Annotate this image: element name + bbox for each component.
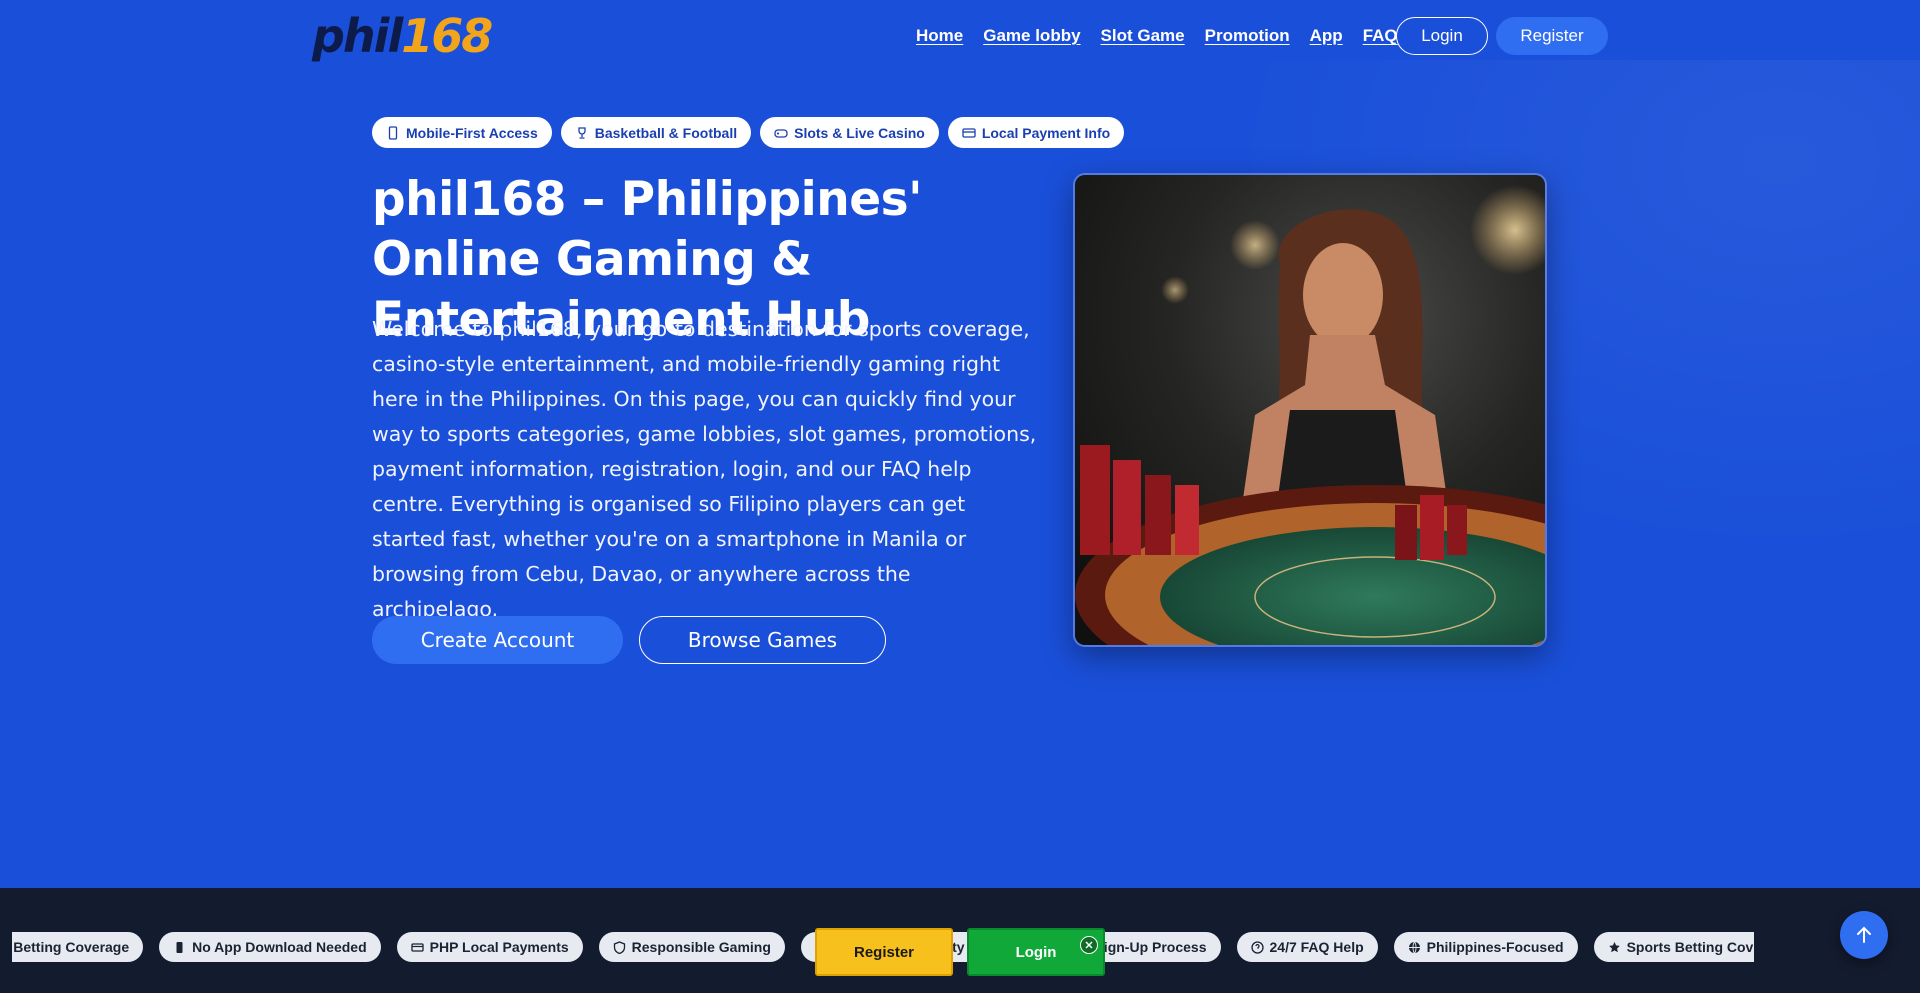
main-nav: Home Game lobby Slot Game Promotion App …: [916, 24, 1418, 48]
feature-tags: Mobile-First Access Basketball & Footbal…: [372, 117, 1125, 148]
card-icon: [962, 127, 976, 138]
marquee-item-label: 24/7 FAQ Help: [1269, 939, 1364, 955]
tag-label: Slots & Live Casino: [794, 124, 925, 141]
marquee-item-label: No App Download Needed: [192, 939, 367, 955]
marquee-item-label: Sports Betting Coverage: [12, 939, 130, 955]
marquee-item-label: Philippines-Focused: [1426, 939, 1564, 955]
arrow-up-icon: [1857, 926, 1871, 943]
globe-icon: [1408, 941, 1420, 953]
marquee-item-label: PHP Local Payments: [429, 939, 569, 955]
tag-label: Basketball & Football: [594, 124, 738, 141]
marquee-item: No App Download Needed: [159, 932, 381, 962]
help-icon: [1250, 940, 1264, 954]
marquee-item: 24/7 FAQ Help: [1236, 932, 1378, 962]
back-to-top-button[interactable]: [1840, 911, 1888, 959]
marquee-item: Sports Betting Coverage: [1593, 932, 1754, 962]
mobile-icon: [388, 125, 398, 140]
nav-item-game-lobby[interactable]: Game lobby: [983, 24, 1080, 48]
mobile-icon: [176, 941, 183, 953]
card-icon: [410, 942, 424, 952]
trophy-icon: [578, 126, 586, 139]
marquee-item: Responsible Gaming: [598, 932, 785, 962]
gamepad-icon: [774, 128, 788, 138]
nav-item-app[interactable]: App: [1310, 24, 1343, 48]
marquee-item: PHP Local Payments: [396, 932, 583, 962]
marquee-item-label: Responsible Gaming: [631, 939, 771, 955]
site-header: phil168 Home Game lobby Slot Game Promot…: [0, 0, 1920, 72]
shield-icon: [613, 940, 625, 954]
marquee-item: Sports Betting Coverage: [12, 932, 144, 962]
sticky-register-button[interactable]: Register: [815, 928, 953, 976]
nav-item-promotion[interactable]: Promotion: [1205, 24, 1290, 48]
tag-local-payment: Local Payment Info: [947, 117, 1125, 148]
create-account-button[interactable]: Create Account: [372, 616, 623, 664]
site-logo[interactable]: phil168: [312, 9, 493, 63]
star-icon: [1608, 941, 1620, 952]
hero-casino-image: [1073, 173, 1547, 647]
hero-description: Welcome to phil168, your go-to destinati…: [372, 317, 1037, 621]
nav-item-faq[interactable]: FAQ: [1363, 24, 1398, 48]
marquee-item: Philippines-Focused: [1393, 932, 1578, 962]
tag-slots-live-casino: Slots & Live Casino: [760, 117, 939, 148]
header-register-button[interactable]: Register: [1496, 17, 1608, 55]
tag-mobile-first: Mobile-First Access: [372, 117, 552, 148]
tag-basketball-football: Basketball & Football: [560, 117, 752, 148]
close-icon[interactable]: [1080, 936, 1098, 954]
browse-games-button[interactable]: Browse Games: [639, 616, 886, 664]
casino-illustration: [1075, 175, 1545, 645]
tag-label: Mobile-First Access: [406, 124, 538, 141]
nav-item-home[interactable]: Home: [916, 24, 963, 48]
logo-text-number: 168: [401, 9, 493, 63]
header-login-button[interactable]: Login: [1396, 17, 1488, 55]
nav-item-slot-game[interactable]: Slot Game: [1101, 24, 1185, 48]
logo-text-main: phil: [312, 9, 403, 63]
tag-label: Local Payment Info: [981, 124, 1111, 141]
marquee-item-label: Sports Betting Coverage: [1626, 939, 1754, 955]
